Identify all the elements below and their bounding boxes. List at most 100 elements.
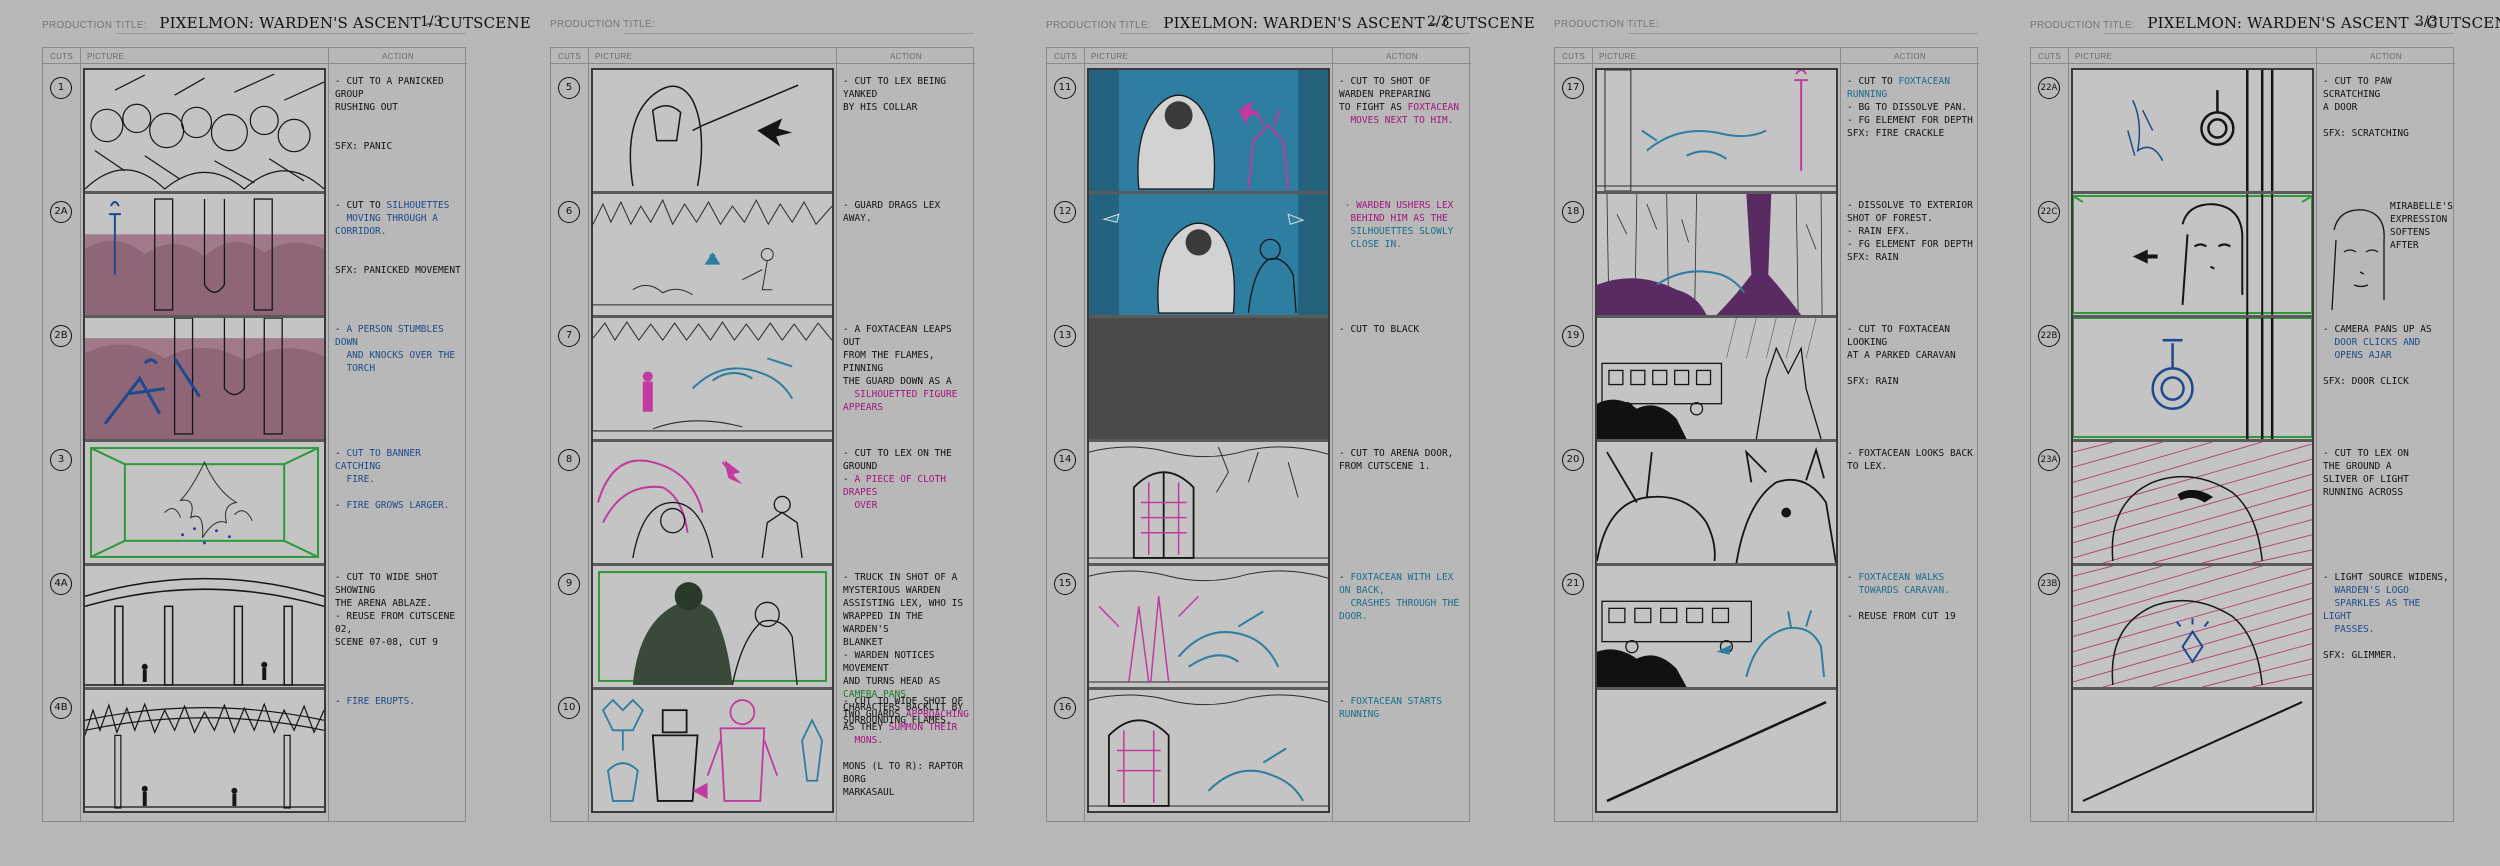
action-line: - RAIN EFX. [1847,226,1910,237]
frame-cut-15[interactable] [1089,566,1328,690]
action-line [2323,114,2451,127]
action-line: WARDEN'S LOGO [2328,585,2409,596]
frame-cut-2a[interactable] [85,194,324,318]
frame-cut-23a[interactable] [2073,442,2312,566]
action-note: - DISSOLVE TO EXTERIOR SHOT OF FOREST. - … [1847,199,1975,264]
action-line [335,127,463,140]
action-line: ASSISTING LEX, WHO IS [843,598,964,609]
frame-cut-12[interactable] [1089,194,1328,318]
frame-cut-11[interactable] [1089,70,1328,194]
cut-number: 20 [1562,449,1584,471]
cut-number: 2A [50,201,72,223]
action-line: - CUT TO FOXTACEAN LOOKING [1847,324,1950,348]
production-title-row: PRODUCTION TITLE: PIXELMON: WARDEN'S ASC… [42,14,531,33]
cut-number: 4B [50,697,72,719]
action-line: FIRE. [340,474,376,485]
frame-cut-9[interactable] [593,566,832,690]
action-line: SHOT OF FOREST. [1847,213,1933,224]
action-column: ACTION - CUT TO FOXTACEAN RUNNING - BG TO… [1841,48,1979,821]
action-header: ACTION [2317,48,2455,64]
action-line: - WARDEN NOTICES MOVEMENT [843,650,935,674]
storyboard-grid: CUTS 17 18 19 20 21 PICTURE ACTION - CUT… [1554,47,1979,822]
action-line: - BG TO DISSOLVE PAN. [1847,102,1968,113]
frame-cut-2b[interactable] [85,318,324,442]
production-title-label: PRODUCTION TITLE: [2030,20,2135,31]
cuts-column: CUTS 22A 22C 22B 23A 23B [2031,48,2069,821]
production-title: PIXELMON: WARDEN'S ASCENT – CUTSCENE [2147,14,2500,32]
action-line: BORG [843,774,866,785]
picture-header: PICTURE [589,48,836,64]
frame-cut-23b[interactable] [2073,566,2312,690]
cut-number: 5 [558,77,580,99]
cut-number: 1 [50,77,72,99]
frame-cut-13[interactable] [1089,318,1328,442]
production-title-row: PRODUCTION TITLE: PIXELMON: WARDEN'S ASC… [1046,14,1535,33]
picture-column: PICTURE [589,48,837,821]
cut-number: 18 [1562,201,1584,223]
action-line: TO LEX. [1847,461,1888,472]
action-note: - CUT TO PAW SCRATCHING A DOOR SFX: SCRA… [2323,75,2451,140]
frame-strip [591,68,834,813]
action-note: - WARDEN USHERS LEX BEHIND HIM AS THE SI… [1339,199,1467,251]
frame-cut-18[interactable] [1597,194,1836,318]
action-line: MYSTERIOUS WARDEN [843,585,941,596]
action-line: - CUT TO FOXTACEAN RUNNING [1847,76,1950,100]
action-note: - FOXTACEAN LOOKS BACK TO LEX. [1847,447,1975,473]
frame-cut-21[interactable] [1597,566,1836,690]
production-title-row: PRODUCTION TITLE: PIXELMON: WARDEN'S ASC… [2030,14,2500,33]
cut-number: 21 [1562,573,1584,595]
picture-column: PICTURE [1593,48,1841,821]
frame-cut-22a[interactable] [2073,70,2312,194]
action-line: SILHOUETTED FIGURE APPEARS [843,389,958,413]
frame-cut-19[interactable] [1597,318,1836,442]
action-note: - GUARD DRAGS LEX AWAY. [843,199,971,225]
action-line: BLANKET [843,637,884,648]
action-note: - CUT TO SHOT OF WARDEN PREPARING TO FIG… [1339,75,1467,127]
frame-cut-5[interactable] [593,70,832,194]
production-title-label: PRODUCTION TITLE: [1046,20,1151,31]
action-line: THE ARENA ABLAZE. [335,598,433,609]
action-line: OVER [848,500,878,511]
page-number: 3/3 [2415,14,2438,30]
action-line: SLIVER OF LIGHT [2323,474,2409,485]
frame-strip [1087,68,1330,813]
action-line: MONS. [848,735,884,746]
frame-cut-14[interactable] [1089,442,1328,566]
action-note: - A PERSON STUMBLES DOWN AND KNOCKS OVER… [335,323,463,375]
action-line: WARDEN PREPARING [1339,89,1431,100]
title-underline [624,33,974,34]
production-title-row: PRODUCTION TITLE: [1554,14,1659,32]
frame-cut-3[interactable] [85,442,324,566]
frame-empty[interactable] [1597,690,1836,811]
production-title-row: PRODUCTION TITLE: [550,14,655,32]
frame-cut-22c[interactable] [2073,194,2312,318]
frame-cut-6[interactable] [593,194,832,318]
action-line: SILHOUETTES SLOWLY [1344,226,1454,237]
action-line: - CUT TO PAW SCRATCHING [2323,76,2392,100]
action-line: SFX: FIRE CRACKLE [1847,128,1945,139]
cut-number: 6 [558,201,580,223]
frame-empty[interactable] [2073,690,2312,811]
action-line: TOWARDS CARAVAN. [1852,585,1950,596]
frame-cut-4a[interactable] [85,566,324,690]
frame-cut-16[interactable] [1089,690,1328,811]
frame-cut-1[interactable] [85,70,324,194]
frame-cut-17[interactable] [1597,70,1836,194]
action-line: - A FOXTACEAN LEAPS OUT [843,324,952,348]
picture-column: PICTURE [81,48,329,821]
picture-column: PICTURE [1085,48,1333,821]
frame-cut-22b[interactable] [2073,318,2312,442]
action-line: CLOSE IN. [1344,239,1402,250]
frame-cut-4b[interactable] [85,690,324,811]
frame-cut-8[interactable] [593,442,832,566]
cut-number: 3 [50,449,72,471]
action-line: - CUT TO BLACK [1339,324,1420,335]
frame-cut-7[interactable] [593,318,832,442]
action-line: MONS (L TO R): RAPTOR [843,761,964,772]
frame-cut-10[interactable] [593,690,832,811]
cut-number: 23B [2038,573,2060,595]
production-title-label: PRODUCTION TITLE: [1554,19,1659,30]
frame-cut-20[interactable] [1597,442,1836,566]
frame-strip [1595,68,1838,813]
action-header: ACTION [1841,48,1979,64]
